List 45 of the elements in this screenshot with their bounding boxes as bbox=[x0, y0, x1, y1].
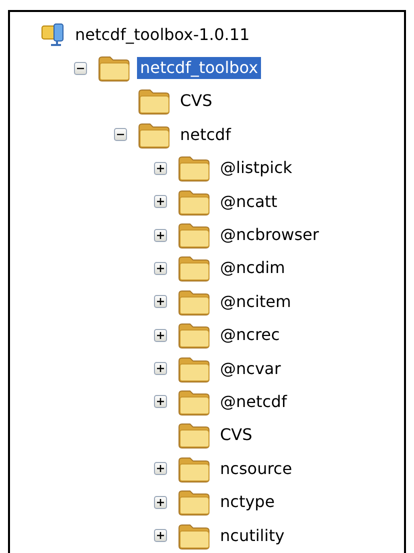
expand-toggle[interactable] bbox=[154, 295, 167, 308]
expand-toggle[interactable] bbox=[154, 195, 167, 208]
folder-icon bbox=[177, 321, 211, 350]
tree-item-label[interactable]: @ncbrowser bbox=[217, 224, 322, 246]
tree-item-label[interactable]: @ncdim bbox=[217, 257, 288, 280]
computer-folder-icon bbox=[40, 22, 66, 48]
tree-item-label[interactable]: @listpick bbox=[217, 157, 296, 180]
tree-item-label[interactable]: netcdf_toolbox bbox=[137, 57, 262, 80]
folder-icon bbox=[177, 221, 211, 250]
folder-icon bbox=[177, 188, 211, 216]
expand-toggle[interactable] bbox=[154, 362, 167, 376]
tree-item-label[interactable]: CVS bbox=[177, 90, 216, 112]
folder-icon bbox=[177, 354, 211, 383]
tree-item-label[interactable]: @netcdf bbox=[217, 390, 290, 413]
folder-icon bbox=[177, 488, 211, 516]
expand-toggle[interactable] bbox=[154, 496, 167, 509]
folder-icon bbox=[177, 254, 211, 282]
folder-icon bbox=[177, 288, 211, 316]
tree-item-label[interactable]: @ncrec bbox=[217, 324, 283, 346]
expand-toggle[interactable] bbox=[154, 462, 167, 476]
tree-item-label[interactable]: ncsource bbox=[217, 458, 296, 480]
folder-icon bbox=[177, 421, 211, 450]
tree-item-label[interactable]: @ncitem bbox=[217, 290, 294, 313]
tree-item-label[interactable]: netcdf_toolbox-1.0.11 bbox=[72, 24, 253, 46]
expand-toggle[interactable] bbox=[154, 395, 167, 408]
tree-item-label[interactable]: CVS bbox=[217, 424, 256, 446]
collapse-toggle[interactable] bbox=[74, 62, 87, 75]
tree-item-label[interactable]: nctype bbox=[217, 491, 278, 514]
folder-icon bbox=[177, 154, 211, 182]
folder-icon bbox=[177, 454, 211, 483]
expand-toggle[interactable] bbox=[154, 529, 167, 542]
expand-toggle[interactable] bbox=[154, 328, 167, 342]
tree-item-label[interactable]: @ncatt bbox=[217, 190, 280, 213]
folder-icon bbox=[137, 87, 171, 116]
tree-item-label[interactable]: ncutility bbox=[217, 524, 288, 547]
folder-icon bbox=[137, 120, 171, 149]
expand-toggle[interactable] bbox=[154, 262, 167, 275]
folder-icon bbox=[177, 388, 211, 416]
collapse-toggle[interactable] bbox=[114, 128, 127, 142]
tree-item-label[interactable]: @ncvar bbox=[217, 358, 284, 380]
expand-toggle[interactable] bbox=[154, 162, 167, 175]
folder-icon bbox=[97, 54, 131, 82]
tree-item-label[interactable]: netcdf bbox=[177, 124, 234, 146]
expand-toggle[interactable] bbox=[154, 228, 167, 242]
folder-icon bbox=[177, 522, 211, 550]
